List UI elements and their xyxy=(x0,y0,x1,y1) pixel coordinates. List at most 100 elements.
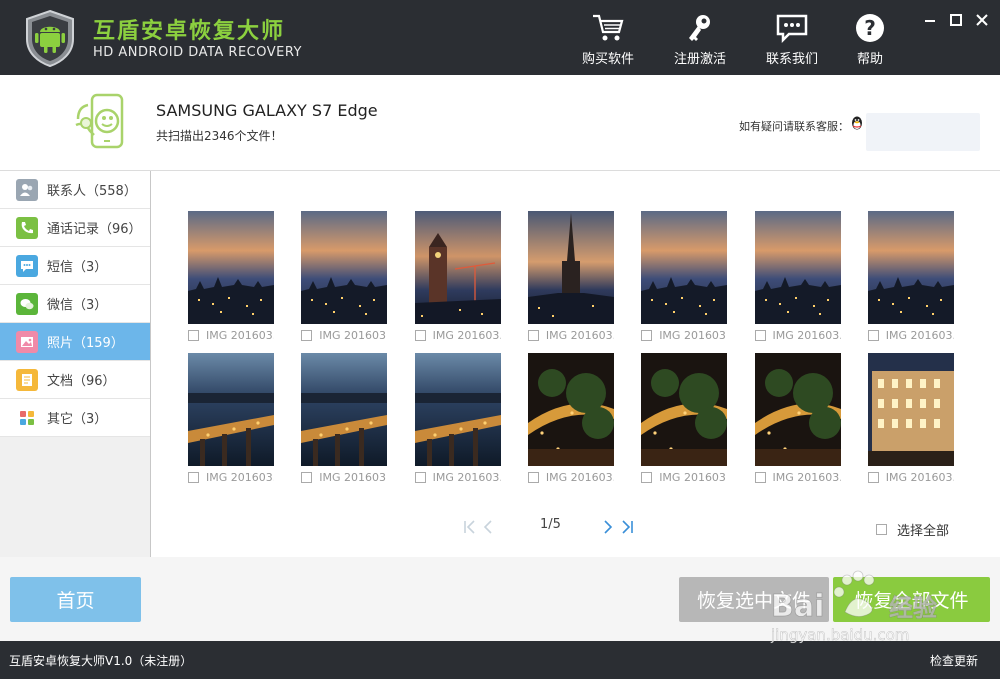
photo-thumbnail[interactable]: IMG 201603... xyxy=(754,211,841,342)
photo-image xyxy=(188,353,274,466)
sidebar-item-contacts[interactable]: 联系人（558） xyxy=(0,171,150,209)
message-icon xyxy=(16,254,38,277)
photo-image xyxy=(867,353,954,466)
recover-all-button[interactable]: 恢复全部文件 xyxy=(833,577,990,622)
photo-thumbnail[interactable]: IMG 201603... xyxy=(301,211,388,342)
photo-checkbox[interactable] xyxy=(754,329,766,341)
first-page-icon[interactable] xyxy=(463,520,477,534)
page-indicator: 1/5 xyxy=(540,517,561,532)
sidebar-item-wechat[interactable]: 微信（3） xyxy=(0,285,150,323)
photo-thumbnail[interactable]: IMG 201603... xyxy=(414,353,501,484)
last-page-icon[interactable] xyxy=(620,520,634,534)
photo-image xyxy=(301,211,388,324)
recover-selected-button[interactable]: 恢复选中文件 xyxy=(679,577,829,622)
photo-checkbox[interactable] xyxy=(414,471,426,483)
check-update-link[interactable]: 检查更新 xyxy=(930,652,978,669)
select-all-checkbox[interactable] xyxy=(876,524,887,535)
sidebar-item-label: 短信（3） xyxy=(47,260,108,275)
photo-filename: IMG 201603... xyxy=(432,470,501,484)
app-name: 互盾安卓恢复大师 xyxy=(93,19,286,44)
photo-checkbox[interactable] xyxy=(641,329,653,341)
photo-thumbnail[interactable]: IMG 201603... xyxy=(527,211,614,342)
photo-thumbnail[interactable]: IMG 201603... xyxy=(754,353,841,484)
sidebar-item-other[interactable]: 其它（3） xyxy=(0,399,150,437)
qq-penguin-icon[interactable] xyxy=(850,115,864,131)
photo-checkbox[interactable] xyxy=(188,471,199,483)
photo-checkbox[interactable] xyxy=(301,471,313,483)
photo-caption: IMG 201603... xyxy=(188,470,274,484)
photo-caption: IMG 201603... xyxy=(188,328,274,342)
photo-checkbox[interactable] xyxy=(641,471,653,483)
select-all-option[interactable]: 选择全部 xyxy=(876,520,949,539)
title-bar: 互盾安卓恢复大师 HD ANDROID DATA RECOVERY 购买软件 注… xyxy=(0,0,1000,75)
photo-image xyxy=(754,211,841,324)
photo-image xyxy=(754,353,841,466)
select-all-label: 选择全部 xyxy=(897,524,950,539)
photo-caption: IMG 201603... xyxy=(301,328,387,342)
photo-checkbox[interactable] xyxy=(527,329,539,341)
photo-checkbox[interactable] xyxy=(527,471,539,483)
photo-thumbnail[interactable]: IMG 201603... xyxy=(641,211,728,342)
photo-thumbnail[interactable]: IMG 201603... xyxy=(188,353,274,484)
photo-caption: IMG 201603... xyxy=(867,328,954,342)
photo-image xyxy=(188,211,274,324)
photo-filename: IMG 201603... xyxy=(659,470,727,484)
photo-thumbnail[interactable]: IMG 201603... xyxy=(867,211,954,342)
sidebar-item-sms[interactable]: 短信（3） xyxy=(0,247,150,285)
device-name: SAMSUNG GALAXY S7 Edge xyxy=(156,101,378,120)
sidebar-item-label: 其它（3） xyxy=(47,412,108,427)
document-icon xyxy=(16,368,38,391)
sidebar-item-label: 微信（3） xyxy=(47,298,108,313)
svg-text:?: ? xyxy=(864,16,876,40)
action-bar: 首页 恢复选中文件 恢复全部文件 xyxy=(0,557,1000,641)
photo-image xyxy=(641,211,728,324)
photo-caption: IMG 201603... xyxy=(414,328,501,342)
key-icon xyxy=(689,15,710,41)
photo-checkbox[interactable] xyxy=(867,471,879,483)
version-status: 互盾安卓恢复大师V1.0（未注册） xyxy=(9,654,193,668)
sidebar-item-label: 通话记录（96） xyxy=(47,222,142,237)
photo-checkbox[interactable] xyxy=(867,329,879,341)
contact-us-button[interactable]: 联系我们 xyxy=(757,12,827,67)
photo-thumbnail[interactable]: IMG 201603... xyxy=(867,353,954,484)
register-activate-button[interactable]: 注册激活 xyxy=(665,12,735,67)
minimize-icon[interactable] xyxy=(923,13,937,27)
photo-checkbox[interactable] xyxy=(301,329,313,341)
qq-contact-box[interactable] xyxy=(866,113,980,151)
contacts-icon xyxy=(16,178,38,201)
status-bar: 互盾安卓恢复大师V1.0（未注册） 检查更新 xyxy=(0,641,1000,679)
maximize-icon[interactable] xyxy=(949,13,963,27)
photo-thumbnail[interactable]: IMG 201603... xyxy=(414,211,501,342)
photo-caption: IMG 201603... xyxy=(414,470,501,484)
buy-software-label: 购买软件 xyxy=(581,52,634,67)
photo-thumbnail[interactable]: IMG 201603... xyxy=(301,353,388,484)
photo-checkbox[interactable] xyxy=(188,329,199,341)
android-shield-logo xyxy=(26,9,74,67)
buy-software-button[interactable]: 购买软件 xyxy=(573,12,643,67)
photo-filename: IMG 201603... xyxy=(432,328,501,342)
other-icon xyxy=(16,406,38,429)
photo-checkbox[interactable] xyxy=(414,329,426,341)
photo-thumbnail[interactable]: IMG 201603... xyxy=(641,353,728,484)
photo-filename: IMG 201603... xyxy=(319,470,387,484)
prev-page-icon[interactable] xyxy=(482,520,494,534)
photo-filename: IMG 201603... xyxy=(206,328,274,342)
support-prompt: 如有疑问请联系客服： xyxy=(739,120,849,133)
sidebar-item-documents[interactable]: 文档（96） xyxy=(0,361,150,399)
photo-filename: IMG 201603... xyxy=(772,328,841,342)
photo-thumbnail[interactable]: IMG 201603... xyxy=(188,211,274,342)
photo-icon xyxy=(16,330,38,353)
home-button[interactable]: 首页 xyxy=(10,577,141,622)
help-button[interactable]: ? 帮助 xyxy=(835,12,905,67)
sidebar-item-photos[interactable]: 照片（159） xyxy=(0,323,150,361)
photo-filename: IMG 201603... xyxy=(545,328,614,342)
sidebar-item-call-log[interactable]: 通话记录（96） xyxy=(0,209,150,247)
photo-checkbox[interactable] xyxy=(754,471,766,483)
next-page-icon[interactable] xyxy=(602,520,614,534)
sidebar-item-label: 照片（159） xyxy=(47,336,124,351)
cart-icon xyxy=(593,14,624,41)
photo-filename: IMG 201603... xyxy=(772,470,841,484)
close-icon[interactable] xyxy=(975,13,989,27)
photo-caption: IMG 201603... xyxy=(641,470,727,484)
photo-thumbnail[interactable]: IMG 201603... xyxy=(527,353,614,484)
